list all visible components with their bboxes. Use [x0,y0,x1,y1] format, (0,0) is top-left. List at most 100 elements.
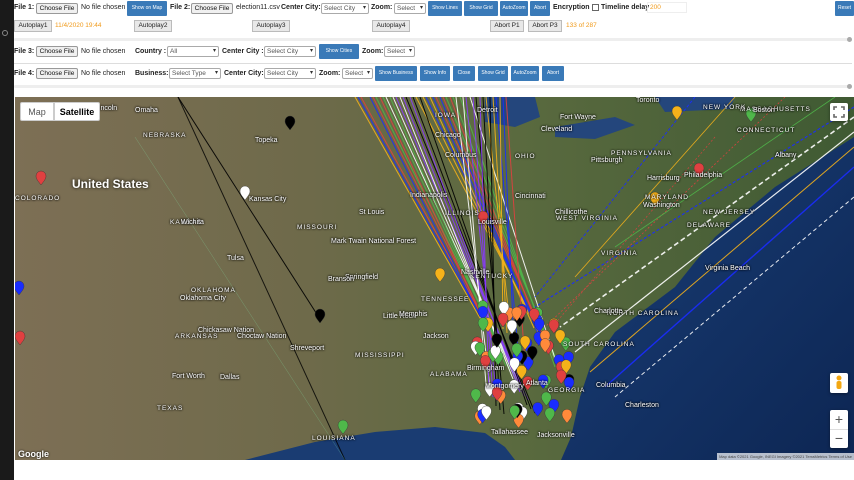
timeline-delay-value: 200 [650,4,661,11]
city-label: Jacksonville [537,432,575,439]
center-city-select-4[interactable]: Select City [264,68,316,79]
city-label: Toronto [636,97,660,104]
fullscreen-button[interactable] [830,103,848,121]
city-label: Cincinnati [515,193,546,200]
file1-choose-button[interactable]: Choose File [36,3,78,14]
show-on-map-button[interactable]: Show on Map [127,1,167,16]
map-type-map-button[interactable]: Map [20,102,54,121]
state-label: MARYLAND [645,194,690,201]
state-label: PENNSYLVANIA [611,150,672,157]
state-label: NEW YORK [703,104,747,111]
state-label: TEXAS [157,405,184,412]
abort-p3-button[interactable]: Abort P3 [528,20,562,32]
progress-text: 133 of 287 [566,22,597,29]
abort-button-4[interactable]: Abort [542,66,564,81]
autoplay1-button[interactable]: Autoplay1 [14,20,52,32]
city-label: St Louis [359,209,385,216]
close-button[interactable]: Close [453,66,475,81]
zoom-label-4: Zoom: [319,70,341,77]
scrollbar-thumb-4[interactable] [847,84,852,89]
center-city-select[interactable]: Select City [321,3,369,14]
city-label: Albany [775,152,797,159]
timeline-delay-input[interactable]: 200 [647,2,687,13]
row4-scrollbar[interactable] [14,84,852,89]
file2-choose-button[interactable]: Choose File [191,3,233,14]
show-grid-button[interactable]: Show Grid [464,1,498,16]
country-select[interactable]: All [167,46,219,57]
state-label: WEST VIRGINIA [556,215,618,222]
google-logo: Google [18,449,49,459]
pegman-icon [836,375,842,389]
file4-status: No file chosen [81,70,126,77]
city-label: Indianapolis [410,192,448,199]
show-lines-button[interactable]: Show Lines [428,1,462,16]
file2-filename: election11.csv [236,4,280,11]
business-label: Business: [135,70,169,77]
zoom-out-button[interactable]: − [830,429,848,449]
show-grid-button-4[interactable]: Show Grid [478,66,508,81]
country-label: Country : [135,48,167,55]
city-label: Oklahoma City [180,295,226,302]
file3-choose-button[interactable]: Choose File [36,46,78,57]
show-cities-button[interactable]: Show Cities [319,44,359,59]
autozoom-button-4[interactable]: AutoZoom [511,66,539,81]
map-type-satellite-button[interactable]: Satellite [54,102,100,121]
autozoom-button[interactable]: AutoZoom [500,1,528,16]
state-label: IOWA [435,112,457,119]
timeline-delay-label: Timeline delay [601,4,650,11]
map-attribution[interactable]: Map data ©2021 Google, INEGI Imagery ©20… [717,453,854,460]
autoplay4-button[interactable]: Autoplay4 [372,20,410,32]
city-label: Tallahassee [491,429,528,436]
abort-p1-button[interactable]: Abort P1 [490,20,524,32]
city-label: Memphis [399,311,428,318]
state-label: OKLAHOMA [191,287,236,294]
zoom-control: + − [830,410,848,448]
show-info-button[interactable]: Show Info [420,66,450,81]
file1-status: No file chosen [81,4,126,11]
settings-icon[interactable] [2,30,8,36]
autoplay3-button[interactable]: Autoplay3 [252,20,290,32]
country-label: United States [72,177,149,191]
abort-button[interactable]: Abort [530,1,550,16]
reset-button[interactable]: Reset [835,1,854,16]
state-label: COLORADO [15,195,61,202]
city-label: Choctaw Nation [237,333,287,340]
city-label: Birmingham [467,365,505,372]
state-label: TENNESSEE [421,296,470,303]
zoom-in-button[interactable]: + [830,410,848,429]
city-label: Chillicothe [555,209,588,216]
timestamp-text: 11/4/2020 19:44 [55,22,102,29]
city-label: Mark Twain National Forest [331,238,417,245]
city-label: Tulsa [227,255,244,262]
show-business-button[interactable]: Show Business [375,66,417,81]
city-label: Detroit [477,107,498,114]
center-city-select-3[interactable]: Select City [264,46,316,57]
state-label: MISSISSIPPI [355,352,405,359]
city-label: Louisville [478,219,507,226]
center-city-label-4: Center City: [224,70,264,77]
state-label: SOUTH CAROLINA [563,341,635,348]
file4-choose-button[interactable]: Choose File [36,68,78,79]
street-view-button[interactable] [830,373,848,393]
divider [14,63,852,64]
city-label: Columbus [445,152,477,159]
business-select[interactable]: Select Type [169,68,221,79]
city-label: Harrisburg [647,175,680,182]
autoplay2-button[interactable]: Autoplay2 [134,20,172,32]
file1-label: File 1: [14,4,35,11]
zoom-select[interactable]: Select [394,3,426,14]
zoom-select-3[interactable]: Select [384,46,415,57]
encryption-checkbox[interactable] [592,4,599,11]
city-label: Cleveland [541,126,573,133]
center-city-label: Center City: [281,4,321,11]
city-label: Montgomery [485,383,524,390]
city-label: Pittsburgh [591,157,623,164]
satellite-map[interactable]: United States NEBRASKA KANSAS OKLAHOMA ARKAN… [15,97,854,460]
row2-scrollbar[interactable] [14,37,852,42]
city-label: Kansas City [249,196,287,203]
state-label: NEBRASKA [143,132,187,139]
zoom-select-4[interactable]: Select [342,68,373,79]
scrollbar-thumb[interactable] [847,37,852,42]
city-label: Topeka [255,137,278,144]
file4-label: File 4: [14,70,35,77]
